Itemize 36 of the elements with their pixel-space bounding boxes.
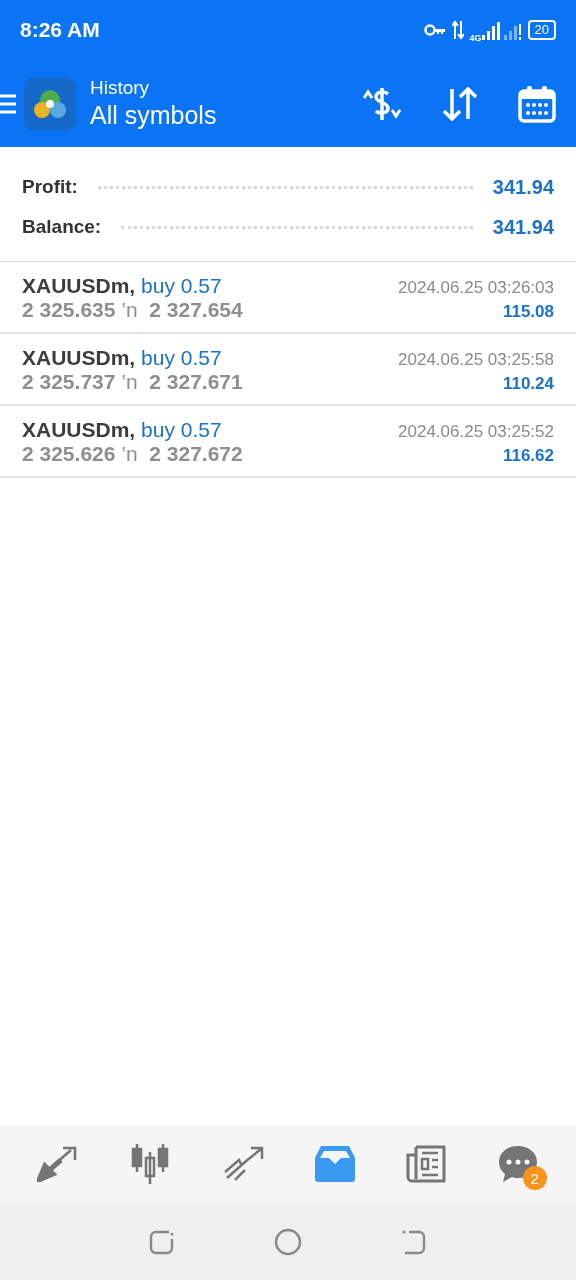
dollar-exchange-icon[interactable]: [362, 85, 402, 122]
deal-prices: 2 325.635 ’n 2 327.654: [22, 298, 243, 322]
signal-icon: [481, 20, 522, 40]
calendar-icon[interactable]: [518, 84, 556, 123]
deal-title[interactable]: XAUUSDm, buy 0.57: [22, 418, 222, 442]
app-logo-icon: [24, 77, 76, 130]
deal-time: 2024.06.25 03:25:52: [398, 422, 554, 442]
screen-title: History: [90, 77, 151, 99]
key-icon: [423, 24, 446, 36]
back-icon[interactable]: [400, 1228, 427, 1255]
recents-icon[interactable]: [149, 1228, 176, 1255]
sort-icon[interactable]: [442, 86, 478, 121]
inbox-icon: [315, 1146, 356, 1182]
data-transfer-icon: [451, 20, 464, 40]
status-time: 8:26 AM: [20, 18, 100, 42]
deal-title[interactable]: XAUUSDm, buy 0.57: [22, 346, 222, 370]
newspaper-icon: [405, 1145, 446, 1183]
summary-label: Balance:: [22, 216, 102, 238]
home-icon[interactable]: [274, 1227, 302, 1256]
summary-value: 341.94: [492, 175, 554, 199]
symbols-filter[interactable]: All symbols: [90, 101, 322, 130]
deal-prices: 2 325.626 ’n 2 327.672: [22, 442, 243, 466]
deal-profit: 110.24: [502, 374, 554, 394]
notification-badge: 2: [522, 1166, 547, 1190]
deal-prices: 2 325.737 ’n 2 327.671: [22, 370, 243, 394]
trend-arrow-icon: [222, 1146, 265, 1182]
deal-time: 2024.06.25 03:26:03: [398, 278, 554, 298]
menu-icon[interactable]: [0, 92, 16, 115]
deal-profit: 115.08: [502, 302, 554, 322]
summary-value: 341.94: [492, 215, 554, 239]
summary-label: Profit:: [22, 176, 78, 198]
network-label: 4G: [469, 33, 482, 43]
deal-time: 2024.06.25 03:25:58: [398, 350, 554, 370]
deal-title[interactable]: XAUUSDm, buy 0.57: [22, 274, 222, 298]
battery-indicator: 20: [527, 20, 556, 40]
deal-profit: 116.62: [502, 446, 554, 466]
